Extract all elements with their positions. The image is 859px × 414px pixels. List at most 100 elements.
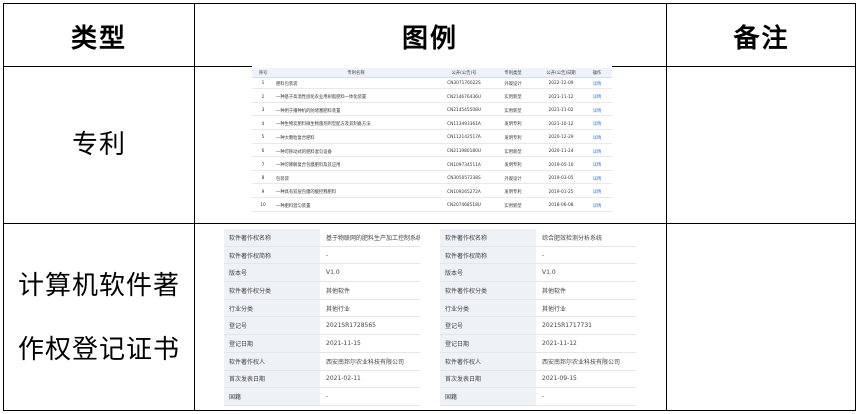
software-record-row: 国籍 -: [224, 388, 420, 406]
software-field-label: 国籍: [224, 388, 320, 405]
patent-row: 7 一种可降解复合包膜肥料及其应用 CN109734511A 发明专利 2019-05-…: [252, 161, 612, 171]
patent-cell: 发明专利: [504, 135, 522, 141]
software-field-value: 2021-09-15: [542, 375, 577, 383]
patent-cell: 5: [261, 135, 265, 141]
patent-detail-link[interactable]: 详情: [586, 79, 608, 88]
patent-cell: 实用新型: [504, 203, 522, 209]
software-field-value: 其他软件: [326, 287, 351, 295]
software-field-value: 西安南邦尔农业科技有限公司: [326, 358, 405, 366]
patent-detail-link[interactable]: 详情: [586, 174, 608, 183]
patent-detail-link[interactable]: 详情: [586, 188, 608, 197]
patent-cell: 实用新型: [504, 149, 522, 155]
patent-cell: 一种可移动式的肥料混匀设备: [276, 149, 332, 155]
software-record-row: 软件著作权人 西安南邦尔农业科技有限公司: [224, 352, 420, 371]
software-records-image: 软件著作权名称 基于物联网的肥料生产加工控制系统 软件著作权简称 - 版本号 V1.0 软件…: [222, 227, 636, 408]
software-field-label: 软件著作权名称: [224, 229, 320, 246]
header-example: 图例: [401, 23, 458, 54]
software-field-value: 其他行业: [326, 305, 351, 313]
patent-cell: CN214545508U: [447, 108, 481, 114]
patent-cell: CN109265272A: [447, 189, 481, 195]
software-field-value: 其他行业: [542, 305, 567, 313]
patent-cell: 2018-06-08: [548, 203, 574, 209]
software-field-value: V1.0: [542, 269, 556, 277]
software-field-label: 行业分类: [224, 299, 320, 317]
category-software-line1: 计算机软件著: [17, 270, 180, 301]
software-field-label: 行业分类: [440, 299, 536, 317]
software-record-left: 软件著作权名称 基于物联网的肥料生产加工控制系统 软件著作权简称 - 版本号 V1.0 软件…: [224, 229, 420, 406]
patent-cell: 2022-12-09: [548, 81, 574, 87]
patent-cell: CN214676436U: [447, 94, 481, 100]
software-record-row: 软件著作权简称 -: [440, 246, 636, 265]
patent-detail-link[interactable]: 详情: [586, 93, 608, 102]
patent-cell: CN307176022S: [447, 81, 481, 87]
category-software: 计算机软件著 作权登记证书: [4, 223, 194, 412]
patent-row: 2 一种基于高温性固化农业用树脂肥料一体化装置 CN214676436U 实用新型 20…: [252, 93, 612, 103]
patent-detail-link[interactable]: 详情: [586, 161, 608, 170]
software-record-row: 登记号 2021SR1728565: [224, 317, 420, 336]
software-record-row: 首次发表日期 2021-09-15: [440, 370, 636, 389]
patent-cell: 2019-03-05: [548, 176, 574, 182]
software-field-label: 软件著作权简称: [224, 246, 320, 264]
patent-detail-link[interactable]: 详情: [586, 106, 608, 115]
software-record-row: 版本号 V1.0: [224, 264, 420, 283]
category-software-line2: 作权登记证书: [17, 334, 180, 365]
patent-cell: CN112142517A: [447, 135, 481, 141]
patent-cell: 一种基于高温性固化农业用树脂肥料一体化装置: [276, 95, 367, 101]
patent-cell: 10: [260, 203, 266, 209]
software-record-row: 软件著作权名称 基于物联网的肥料生产加工控制系统: [224, 229, 420, 247]
software-record-row: 登记号 2021SR1717731: [440, 317, 636, 336]
patent-cell: 8: [261, 176, 265, 182]
software-record-row: 行业分类 其他行业: [224, 299, 420, 318]
software-field-label: 登记号: [224, 317, 320, 335]
software-field-value: 2021-02-11: [326, 375, 361, 383]
software-field-label: 登记号: [440, 317, 536, 335]
software-field-value: -: [326, 251, 329, 259]
software-record-row: 版本号 V1.0: [440, 264, 636, 283]
patent-cell: 一种生物炭肥料微生物菌剂剂型配方及其制备方法: [276, 122, 371, 128]
patent-detail-link[interactable]: 详情: [586, 201, 608, 210]
patent-cell: 2: [261, 94, 265, 100]
software-field-value: -: [326, 393, 329, 401]
software-field-value: 基于物联网的肥料生产加工控制系统: [326, 234, 420, 242]
patent-cell: 3: [261, 108, 265, 114]
patent-col-header: 公开(公告)日期: [546, 70, 576, 76]
patent-cell: 2019-01-25: [548, 189, 574, 195]
software-field-label: 软件著作权分类: [224, 282, 320, 299]
patent-cell: 一种大颗粒复合肥料: [276, 135, 315, 141]
software-field-label: 首次发表日期: [224, 370, 320, 388]
software-record-row: 国籍 -: [440, 388, 636, 406]
patent-row: 8 包装袋 CN305057238S 外观设计 2019-03-05 详情: [252, 174, 612, 185]
patent-col-header: 操作: [592, 70, 602, 76]
patent-cell: 实用新型: [504, 108, 522, 114]
software-field-label: 软件著作权人: [440, 352, 536, 370]
software-field-label: 软件著作权人: [224, 352, 320, 370]
patent-cell: 发明专利: [504, 190, 522, 196]
software-field-value: 2021SR1717731: [542, 322, 592, 330]
software-field-label: 软件著作权名称: [440, 229, 536, 246]
patent-cell: CN211980180U: [447, 149, 481, 155]
software-record-row: 登记日期 2021-11-15: [224, 335, 420, 353]
patent-table-image: 序号 专利名称 公开(公告)号 专利类型 公开(公告)日期 操作 1 肥料包装袋 C…: [252, 65, 612, 217]
patent-col-header: 专利名称: [347, 70, 365, 76]
patent-cell: CN207468518U: [447, 203, 481, 209]
patent-cell: 7: [261, 162, 265, 168]
patent-cell: 一种肥料混匀装置: [276, 203, 311, 209]
patent-cell: 肥料包装袋: [276, 81, 298, 87]
patent-cell: 2019-05-10: [548, 162, 574, 168]
patent-detail-link[interactable]: 详情: [586, 147, 608, 156]
software-record-row: 登记日期 2021-11-12: [440, 335, 636, 353]
patent-cell: 外观设计: [504, 176, 522, 182]
software-field-value: 综合肥效检测分析系统: [542, 234, 603, 242]
patent-cell: 2020-11-24: [548, 149, 574, 155]
patent-detail-link[interactable]: 详情: [586, 133, 608, 142]
patent-cell: 2020-12-29: [548, 135, 574, 141]
patent-detail-link[interactable]: 详情: [586, 120, 608, 129]
software-field-label: 首次发表日期: [440, 370, 536, 388]
patent-cell: 外观设计: [504, 81, 522, 87]
category-patent: 专利: [4, 66, 194, 223]
patent-row: 3 一种用于播种机的防堵塞肥料装置 CN214545508U 实用新型 2021-11-…: [252, 106, 612, 117]
software-record-right: 软件著作权名称 综合肥效检测分析系统 软件著作权简称 - 版本号 V1.0 软件著作权分类其…: [440, 229, 636, 406]
header-remark: 备注: [733, 23, 790, 54]
patent-row: 4 一种生物炭肥料微生物菌剂剂型配方及其制备方法 CN113493361A 发明专利 2…: [252, 120, 612, 130]
software-field-label: 软件著作权简称: [440, 246, 536, 264]
